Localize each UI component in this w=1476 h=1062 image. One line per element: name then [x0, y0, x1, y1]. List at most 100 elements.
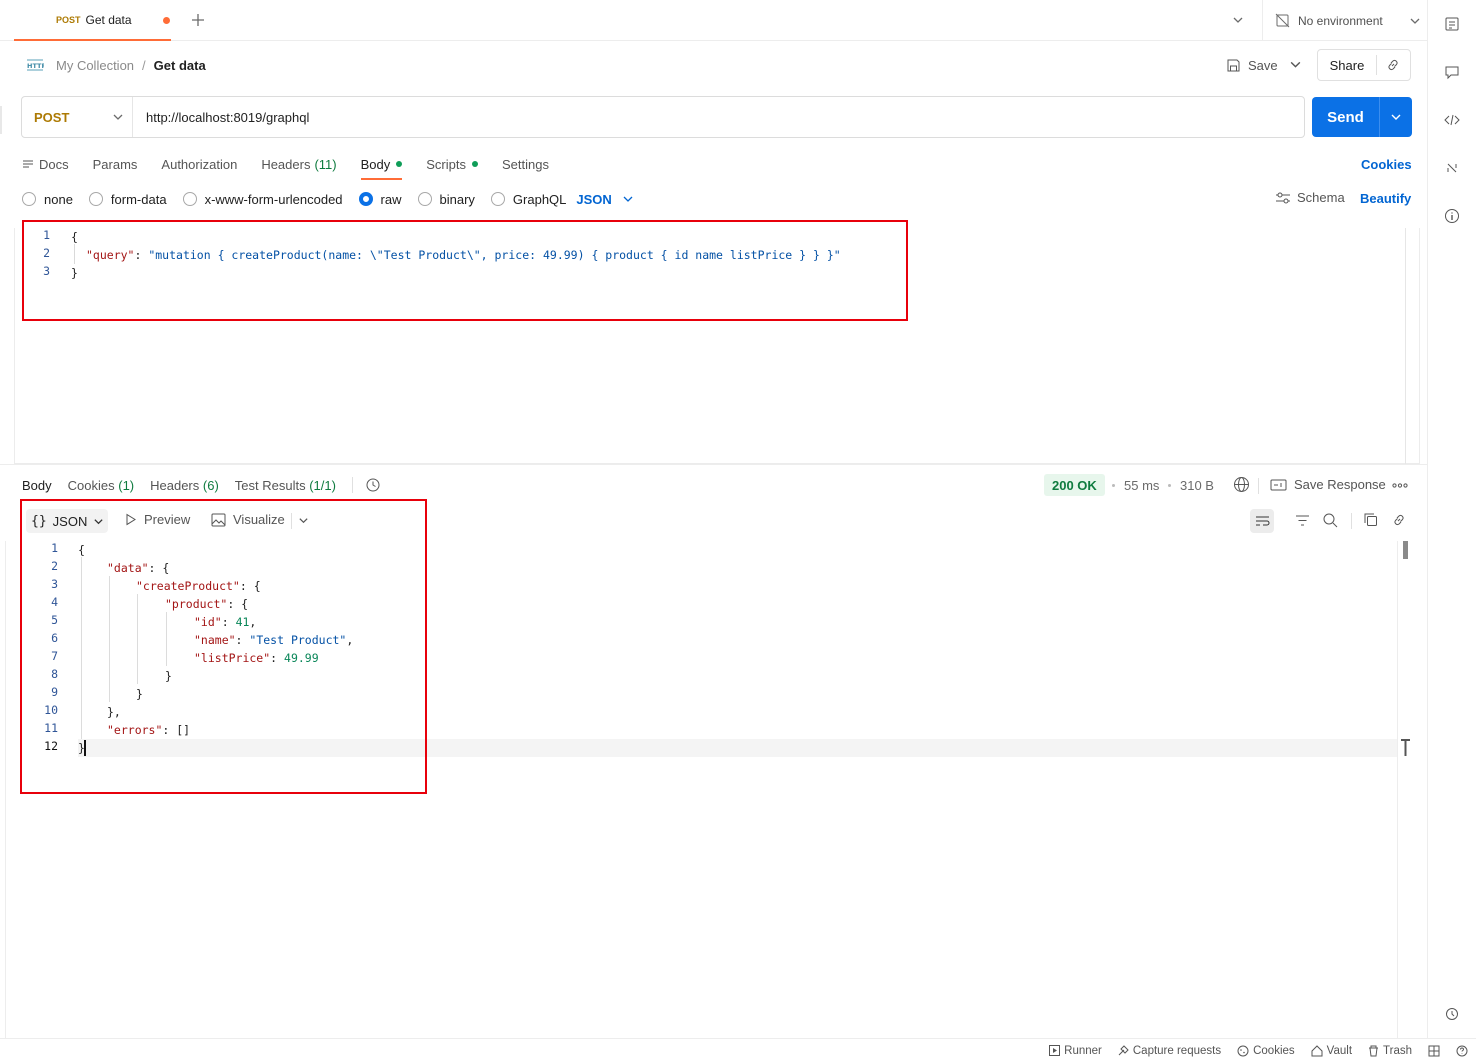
send-button[interactable]: Send [1312, 109, 1379, 126]
radio-form-data-label: form-data [110, 191, 167, 207]
cookie-icon [1237, 1045, 1249, 1057]
tab-headers[interactable]: Headers (11) [261, 150, 336, 178]
request-tabs: Docs Params Authorization Headers (11) B… [22, 150, 573, 180]
share-button[interactable]: Share [1318, 58, 1376, 73]
link-icon[interactable] [1391, 512, 1407, 528]
separator-dot [1168, 484, 1171, 487]
documentation-icon[interactable] [1444, 16, 1460, 32]
tab-scripts[interactable]: Scripts [426, 150, 478, 178]
response-size[interactable]: 310 B [1180, 478, 1214, 493]
code-snippet-icon[interactable] [1444, 112, 1460, 128]
info-icon[interactable] [1444, 208, 1460, 224]
scripts-indicator-dot-icon [471, 161, 478, 167]
radio-raw[interactable]: raw [358, 191, 402, 207]
chevron-down-icon [1409, 15, 1421, 27]
pane-divider[interactable] [0, 464, 1427, 465]
radio-graphql[interactable]: GraphQL [490, 192, 566, 207]
network-globe-icon[interactable] [1233, 476, 1250, 493]
radio-raw-label: raw [380, 191, 402, 207]
tab-scripts-label: Scripts [426, 156, 466, 172]
tab-bar [0, 0, 1427, 41]
radio-none[interactable]: none [22, 192, 73, 207]
response-tab-body[interactable]: Body [22, 478, 52, 493]
cookies-button[interactable]: Cookies [1237, 1045, 1295, 1057]
tabs-dropdown-chevron-icon[interactable] [1232, 14, 1244, 26]
docs-icon [22, 158, 34, 170]
response-tab-cookies[interactable]: Cookies (1) [68, 478, 134, 493]
runner-button[interactable]: Runner [1049, 1045, 1102, 1057]
response-tab-test-results-count: (1/1) [309, 477, 336, 493]
url-input[interactable] [146, 109, 1246, 125]
breadcrumb: HTTP My Collection / Get data [26, 52, 206, 78]
related-collections-icon[interactable] [1444, 160, 1460, 176]
environment-selector[interactable]: No environment [1262, 0, 1427, 41]
save-label: Save [1248, 57, 1278, 73]
status-badge[interactable]: 200 OK [1044, 474, 1105, 496]
tab-headers-count: (11) [314, 156, 337, 172]
body-format-select[interactable]: JSON [576, 192, 611, 207]
wrap-lines-icon[interactable] [1250, 509, 1274, 533]
right-sidebar [1427, 0, 1476, 1038]
breadcrumb-request-name[interactable]: Get data [154, 58, 206, 73]
cookies-link[interactable]: Cookies [1361, 157, 1412, 172]
response-tab-test-results-label: Test Results [234, 477, 306, 493]
capture-icon [1118, 1045, 1129, 1056]
radio-form-data[interactable]: form-data [88, 191, 167, 207]
save-icon [1226, 58, 1241, 73]
response-scrollbar-thumb[interactable] [1403, 541, 1408, 559]
method-select[interactable]: POST [22, 97, 133, 137]
search-icon[interactable] [1322, 512, 1338, 528]
trash-label: Trash [1383, 1044, 1412, 1057]
capture-requests-button[interactable]: Capture requests [1118, 1045, 1221, 1057]
tab-docs-label: Docs [39, 156, 69, 172]
radio-x-www-form-urlencoded[interactable]: x-www-form-urlencoded [182, 192, 343, 207]
no-environment-icon [1275, 13, 1290, 28]
response-tab-test-results[interactable]: Test Results (1/1) [235, 478, 336, 493]
vault-button[interactable]: Vault [1311, 1045, 1352, 1057]
divider [1351, 513, 1352, 529]
filter-icon[interactable] [1295, 514, 1310, 527]
body-indicator-dot-icon [396, 161, 403, 167]
request-tab-get-data[interactable]: POST Get data [14, 0, 171, 41]
more-options-icon[interactable] [1392, 483, 1408, 488]
new-tab-plus-icon[interactable] [190, 12, 206, 28]
tab-body-label: Body [360, 156, 391, 172]
text-cursor-marker [1401, 739, 1410, 757]
response-time[interactable]: 55 ms [1124, 478, 1159, 493]
cookies-label: Cookies [1253, 1044, 1295, 1057]
radio-circle-selected [358, 192, 373, 206]
copy-icon[interactable] [1363, 512, 1379, 528]
vault-icon [1311, 1044, 1323, 1057]
tab-params[interactable]: Params [93, 150, 138, 178]
response-scroll-track[interactable] [1397, 541, 1398, 1038]
settings-sync-icon[interactable] [1444, 1006, 1460, 1022]
url-bar: POST [21, 96, 1305, 138]
tab-docs[interactable]: Docs [22, 150, 69, 178]
history-icon[interactable] [365, 477, 381, 493]
tab-settings-label: Settings [501, 156, 549, 172]
save-response-icon [1270, 478, 1287, 492]
response-tab-cookies-count: (1) [118, 477, 135, 493]
tab-settings[interactable]: Settings [502, 150, 549, 178]
save-response-button[interactable]: Save Response [1270, 477, 1386, 492]
breadcrumb-separator: / [142, 57, 146, 73]
schema-button[interactable]: Schema [1275, 190, 1345, 205]
send-options-chevron-icon[interactable] [1379, 97, 1412, 137]
radio-binary[interactable]: binary [417, 192, 475, 207]
comments-icon[interactable] [1444, 64, 1460, 80]
help-icon[interactable] [1456, 1045, 1468, 1057]
tab-authorization[interactable]: Authorization [161, 150, 237, 178]
copy-link-icon[interactable] [1385, 57, 1401, 73]
save-options-chevron-icon[interactable] [1289, 58, 1302, 71]
pane-border [5, 541, 6, 1038]
response-tab-headers[interactable]: Headers (6) [150, 478, 219, 493]
svg-text:HTTP: HTTP [27, 62, 44, 70]
save-button[interactable]: Save [1226, 54, 1278, 76]
chevron-down-icon[interactable] [622, 193, 634, 205]
trash-button[interactable]: Trash [1368, 1045, 1412, 1057]
editor-scrollbar-track[interactable] [1405, 228, 1406, 464]
tab-body[interactable]: Body [360, 150, 403, 180]
layout-toggle-icon[interactable] [1428, 1045, 1440, 1057]
breadcrumb-collection[interactable]: My Collection [56, 58, 134, 73]
beautify-button[interactable]: Beautify [1360, 191, 1411, 206]
